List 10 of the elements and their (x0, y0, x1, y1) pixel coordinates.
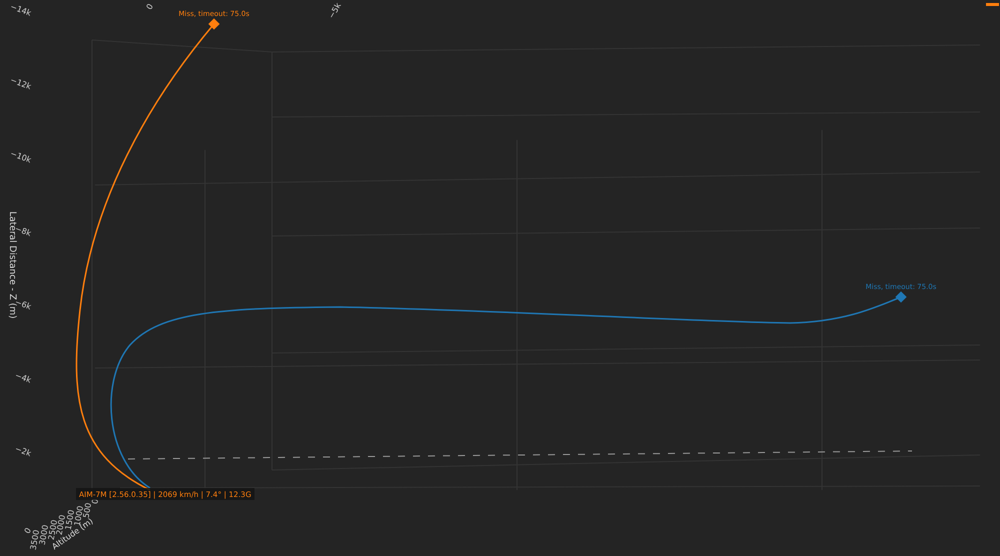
axis-tick-label: −14k (9, 2, 32, 18)
axis-tick-label: −2k (14, 444, 32, 458)
legend-swatch[interactable] (986, 3, 999, 6)
axis-tick-label: −4k (14, 370, 32, 385)
axis-tick-label: −10k (9, 148, 32, 165)
axis-tick-label: 0 (90, 498, 100, 505)
axis-tick-label: 0 (22, 526, 33, 536)
axis-tick-label: 500 (82, 502, 94, 519)
axis-tick-label: −12k (9, 75, 32, 92)
axis-tick-label: 0 (144, 2, 155, 12)
